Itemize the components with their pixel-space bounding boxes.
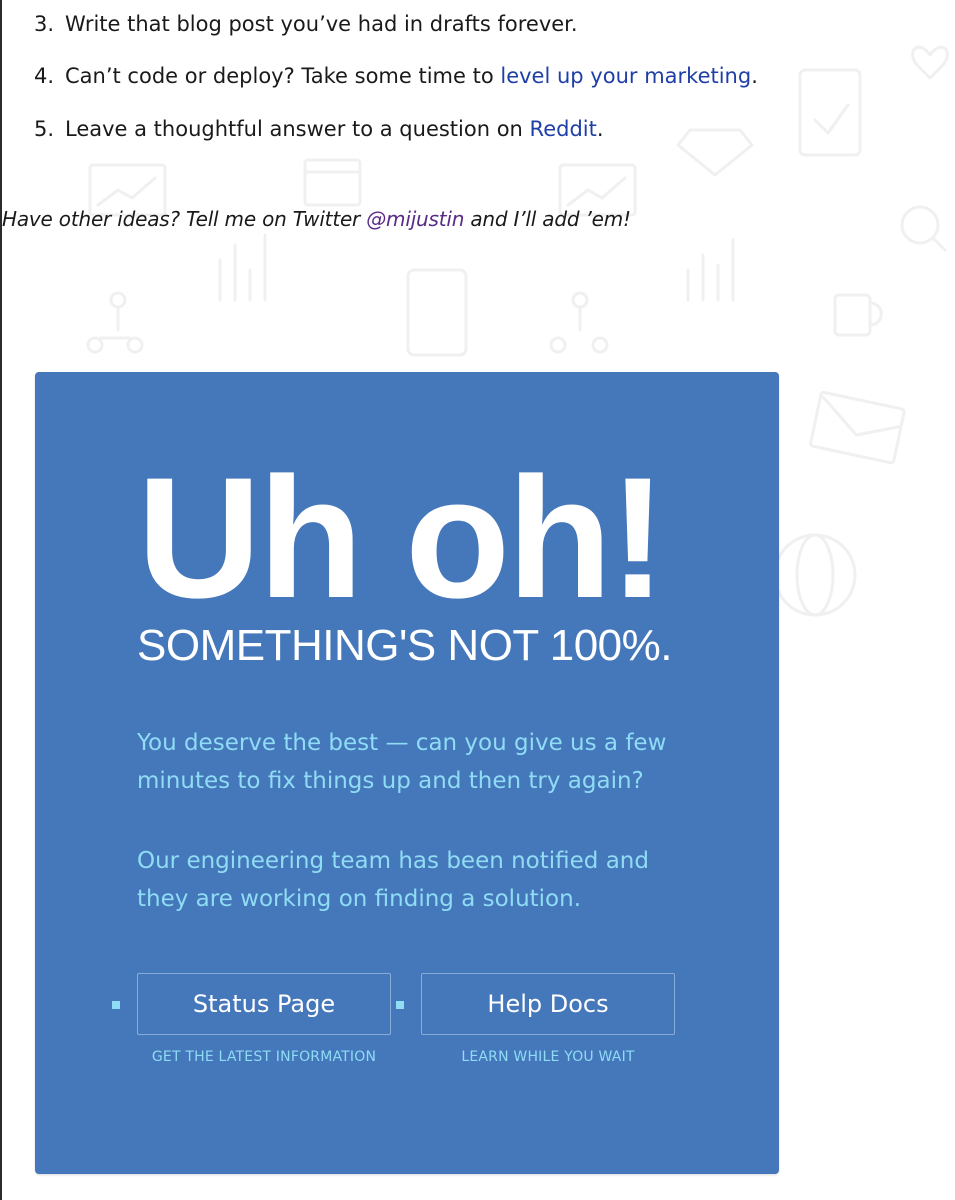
- error-headline: Uh oh!: [137, 442, 666, 634]
- error-message-apology: You deserve the best — can you give us a…: [137, 730, 667, 794]
- list-item: 5. Leave a thoughtful answer to a questio…: [34, 115, 604, 143]
- list-item-suffix: .: [596, 117, 604, 141]
- bar-chart-doodle-icon: [218, 233, 267, 302]
- list-item-text: Can’t code or deploy? Take some time to: [65, 64, 501, 88]
- bullet-square-icon: [112, 1001, 120, 1009]
- clipboard-doodle-icon: [798, 68, 862, 157]
- list-item: 3. Write that blog post you’ve had in dra…: [34, 10, 578, 38]
- heart-doodle-icon: [911, 45, 949, 80]
- network-doodle-icon: [86, 291, 144, 354]
- status-page-button[interactable]: Status Page: [137, 973, 391, 1035]
- list-item-suffix: .: [751, 64, 758, 88]
- list-item: 4. Can’t code or deploy? Take some time t…: [34, 62, 758, 90]
- error-card: Uh oh! SOMETHING'S NOT 100%. You deserve…: [35, 372, 779, 1174]
- list-item-text: Write that blog post you’ve had in draft…: [65, 12, 578, 36]
- marketing-link[interactable]: level up your marketing: [500, 64, 751, 88]
- left-border: [0, 0, 2, 1200]
- help-docs-button[interactable]: Help Docs: [421, 973, 675, 1035]
- list-number: 5.: [34, 117, 55, 141]
- list-number: 4.: [34, 64, 55, 88]
- status-page-caption: GET THE LATEST INFORMATION: [151, 1049, 377, 1065]
- search-doodle-icon: [900, 205, 947, 252]
- network-doodle-icon-2: [549, 291, 609, 354]
- list-number: 3.: [34, 12, 55, 36]
- twitter-handle-link[interactable]: @mijustin: [366, 207, 464, 231]
- bar-chart-doodle-icon-2: [686, 238, 735, 302]
- tablet-doodle-icon: [406, 268, 468, 357]
- bullet-square-icon: [396, 1001, 404, 1009]
- error-message-engineering: Our engineering team has been notified a…: [137, 848, 649, 912]
- envelope-doodle-icon: [809, 390, 906, 465]
- diamond-doodle-icon: [676, 128, 754, 177]
- closing-text-before: Have other ideas? Tell me on Twitter: [2, 207, 367, 231]
- browser-doodle-icon: [303, 158, 362, 207]
- list-item-text: Leave a thoughtful answer to a question …: [65, 117, 530, 141]
- closing-note: Have other ideas? Tell me on Twitter @mi…: [2, 205, 631, 233]
- reddit-link[interactable]: Reddit: [530, 117, 597, 141]
- globe-doodle-icon: [773, 533, 857, 617]
- closing-text-after: and I’ll add ’em!: [464, 207, 631, 231]
- error-subheadline: SOMETHING'S NOT 100%.: [137, 621, 673, 670]
- help-docs-caption: LEARN WHILE YOU WAIT: [461, 1049, 635, 1065]
- coffee-cup-doodle-icon: [833, 293, 883, 337]
